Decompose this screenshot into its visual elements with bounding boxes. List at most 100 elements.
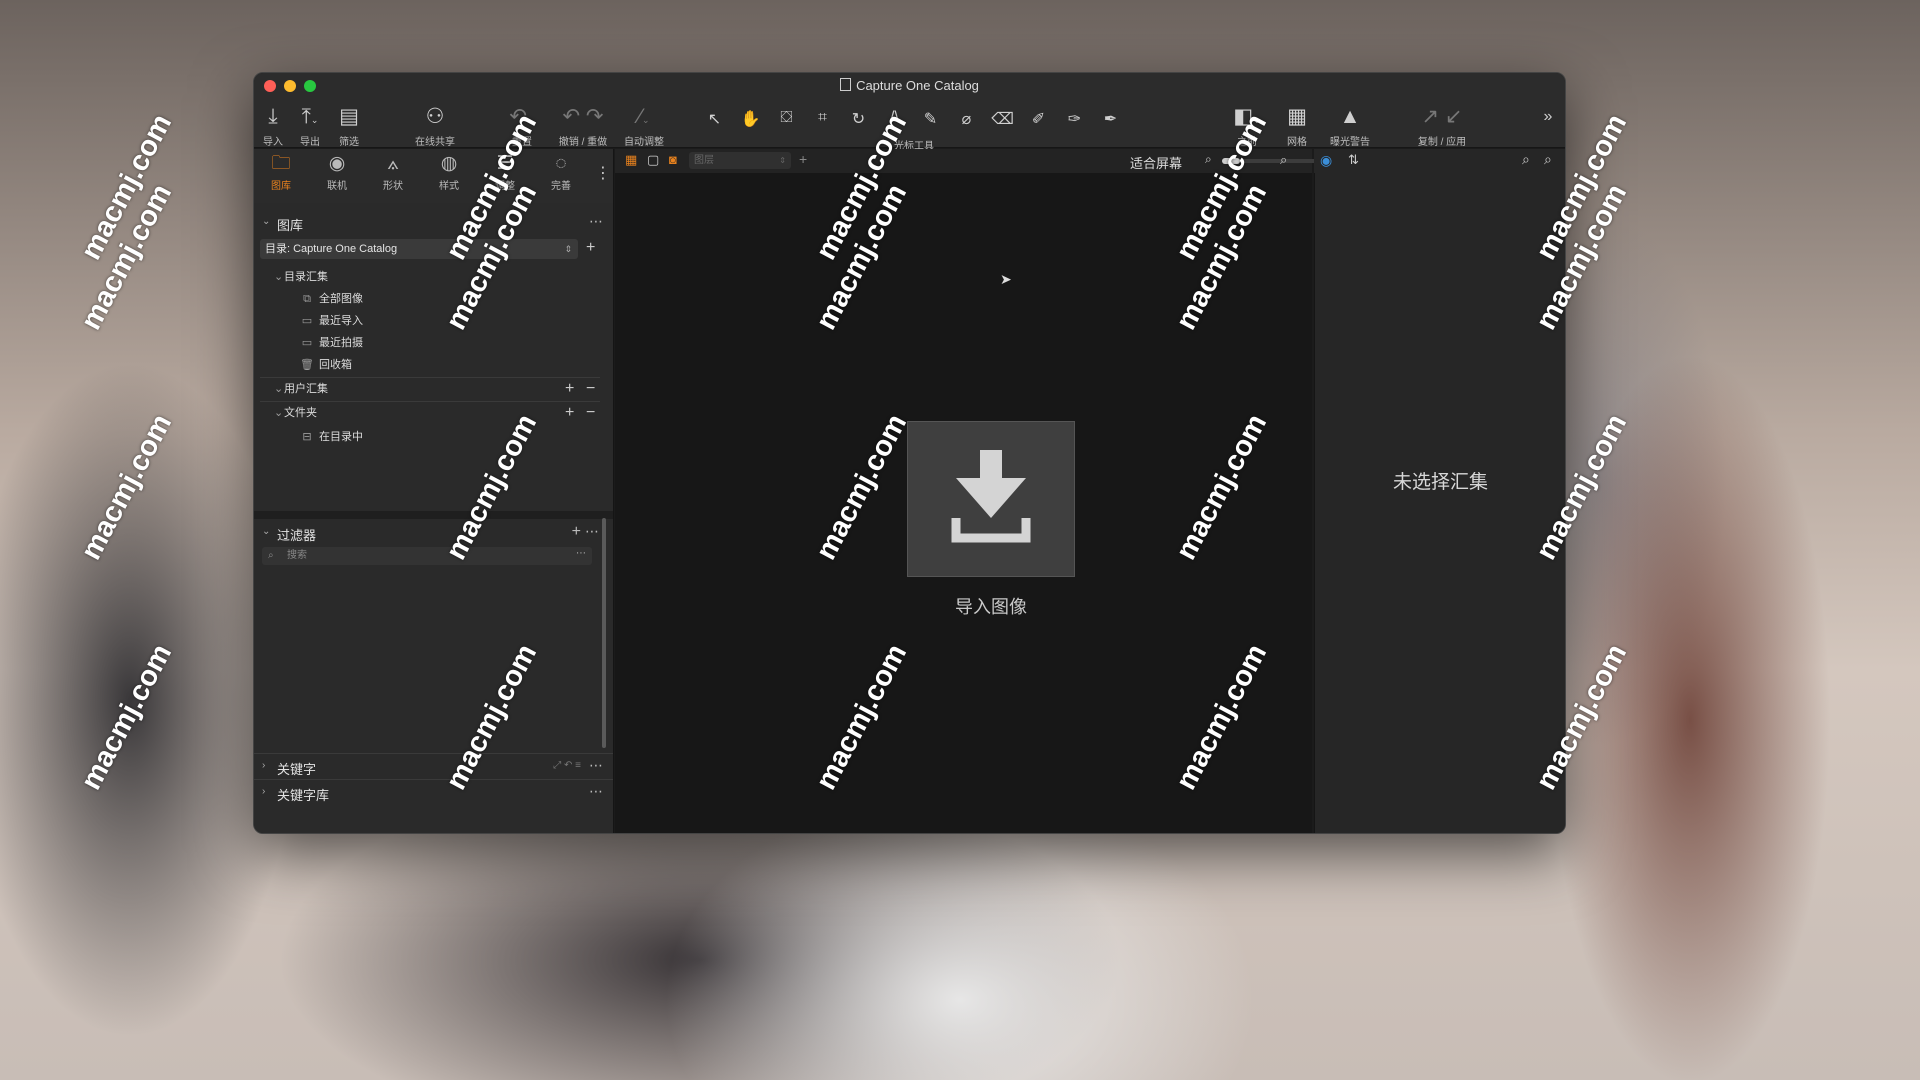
heal-brush-icon[interactable]: ⌀ xyxy=(952,109,981,129)
remove-folder-icon[interactable]: − xyxy=(586,405,595,421)
zoom-slider-thumb[interactable] xyxy=(1222,158,1240,164)
sort-icon[interactable]: ⇅ xyxy=(1348,152,1359,168)
user-collections-group[interactable]: ⌄用户汇集 xyxy=(254,379,633,399)
import-images-button[interactable] xyxy=(907,421,1075,577)
more-icon[interactable]: ⋯ xyxy=(589,213,603,230)
library-section-header[interactable]: ⌄ 图库 ⋯ xyxy=(254,211,613,235)
select-cursor-icon[interactable]: ↖ xyxy=(700,109,729,129)
tab-styles[interactable]: ◍ 样式 xyxy=(424,151,474,192)
auto-adjust-button[interactable]: ⁄⌄ 自动调整 xyxy=(619,105,669,148)
tree-item-all-images[interactable]: ⧉ 全部图像 xyxy=(254,289,659,309)
grid-view-icon[interactable]: ▦ xyxy=(625,152,637,168)
before-button[interactable]: ◧⌄ 之前 xyxy=(1228,105,1266,148)
zoom-in-icon[interactable]: ⌕ xyxy=(1280,152,1287,168)
camera-icon: ◉ xyxy=(328,153,346,174)
zoom-out-icon[interactable]: ⌕ xyxy=(1205,152,1212,167)
grid-button[interactable]: ▦ 网格 xyxy=(1284,105,1310,148)
add-folder-icon[interactable]: + xyxy=(565,405,574,421)
brush-icon[interactable]: ✐ xyxy=(1024,109,1053,129)
sliders-icon: ☰ xyxy=(496,153,514,174)
eye-icon[interactable]: ◉ xyxy=(1320,152,1332,169)
copy-apply-button[interactable]: ↗ ↙ 复制 / 应用 xyxy=(1409,105,1475,148)
tab-lens[interactable]: ⟑ 形状 xyxy=(368,151,418,192)
share-button[interactable]: ⚇ 在线共享 xyxy=(411,105,459,148)
filters-scrollbar[interactable] xyxy=(602,518,606,748)
import-label: 导入 xyxy=(263,137,283,148)
tool-tabs: 🗀 图库 ◉ 联机 ⟑ 形状 ◍ 样式 ☰ 调整 ◌ 完善 ⋮ xyxy=(254,149,614,203)
undo-redo-button[interactable]: ↶ ↷ 撤销 / 重做 xyxy=(554,105,612,148)
export-button[interactable]: ⤒⌄ 导出 xyxy=(292,105,328,148)
keywords-section-header[interactable]: › 关键字 ⤢ ↶ ≡ ⋯ xyxy=(254,755,613,779)
tabs-more-icon[interactable]: ⋮ xyxy=(595,163,611,183)
auto-adjust-label: 自动调整 xyxy=(624,137,664,148)
main-toolbar: ⤓ 导入 ⤒⌄ 导出 ▤ 筛选 ⚇ 在线共享 ↶⌄ 重置 ↶ ↷ 撤销 / 重做… xyxy=(254,99,1565,152)
no-collection-message: 未选择汇集 xyxy=(1392,472,1488,493)
toolbar-overflow-button[interactable]: » xyxy=(1541,105,1555,129)
browser-zoom-icon[interactable]: ⌕ xyxy=(1544,151,1552,168)
tab-capture[interactable]: ◉ 联机 xyxy=(312,151,362,192)
catalog-select[interactable]: 目录: Capture One Catalog ⇕ xyxy=(260,239,578,259)
tab-adjust[interactable]: ☰ 调整 xyxy=(480,151,530,192)
tab-adjust-label: 调整 xyxy=(495,181,515,192)
annotation-pen-icon[interactable]: ✒ xyxy=(1096,109,1125,129)
filter-search-input[interactable]: ⌕ 搜索 ⋯ xyxy=(262,547,592,565)
mask-view-icon[interactable]: ◙ xyxy=(669,152,677,167)
viewer-toolbar: ▦ ▢ ◙ 图层 ⇕ + 适合屏幕 ⌕ xyxy=(615,149,1335,174)
stamp-icon[interactable]: ⛋ xyxy=(772,109,801,129)
fit-screen-button[interactable]: 适合屏幕 xyxy=(1130,153,1182,172)
reset-button[interactable]: ↶⌄ 重置 xyxy=(504,105,540,148)
viewer: 导入图像 ➤ xyxy=(615,173,1312,833)
add-user-collection-icon[interactable]: + xyxy=(565,381,574,397)
filter-icon: ▤ xyxy=(339,105,359,128)
tab-refine-label: 完善 xyxy=(551,181,571,192)
filters-section-header[interactable]: ⌄ 过滤器 + ⋯ xyxy=(254,521,613,545)
magic-wand-icon: ⁄⌄ xyxy=(638,105,650,128)
tab-library-label: 图库 xyxy=(271,181,291,192)
folders-group[interactable]: ⌄文件夹 xyxy=(254,403,633,423)
catalog-select-text: 目录: Capture One Catalog xyxy=(265,243,398,255)
book-icon: ⊟ xyxy=(302,431,312,443)
divider xyxy=(260,401,600,402)
section-splitter[interactable] xyxy=(254,511,613,519)
tab-library[interactable]: 🗀 图库 xyxy=(256,151,306,192)
layer-select[interactable]: 图层 ⇕ xyxy=(689,152,791,169)
search-icon[interactable]: ⌕ xyxy=(1522,151,1530,168)
reset-label: 重置 xyxy=(512,137,532,148)
exposure-warning-button[interactable]: ▲ 曝光警告 xyxy=(1324,105,1376,148)
add-filter-icon[interactable]: + xyxy=(572,523,581,541)
tree-item-recent-captures[interactable]: ▭ 最近拍摄 xyxy=(254,333,659,353)
cursor-tools: ↖ ✋ ⛋ ⌗ ↻ /\ ✎ ⌀ ⌫ ✐ ✑ ✒ xyxy=(700,109,1125,129)
watermark: macmj.com xyxy=(75,409,179,566)
catalog-collections-label: 目录汇集 xyxy=(284,271,328,283)
divider xyxy=(254,753,613,754)
stack-icon: ⧉ xyxy=(303,293,311,305)
user-collections-label: 用户汇集 xyxy=(284,383,328,395)
remove-user-collection-icon[interactable]: − xyxy=(586,381,595,397)
add-layer-icon[interactable]: + xyxy=(799,151,807,167)
more-icon[interactable]: ⋯ xyxy=(585,523,599,540)
eraser-icon[interactable]: ⌫ xyxy=(988,109,1017,129)
watermark: macmj.com xyxy=(75,639,179,796)
import-icon: ⤓ xyxy=(268,105,278,128)
rotate-icon[interactable]: ↻ xyxy=(844,109,873,129)
filter-button[interactable]: ▤ 筛选 xyxy=(334,105,364,148)
tree-item-recent-imports[interactable]: ▭ 最近导入 xyxy=(254,311,659,331)
more-icon[interactable]: ⋯ xyxy=(589,757,603,774)
pan-hand-icon[interactable]: ✋ xyxy=(736,109,765,129)
tree-item-trash[interactable]: 🗑 回收箱 xyxy=(254,355,659,375)
import-button[interactable]: ⤓ 导入 xyxy=(260,105,286,148)
picker-icon[interactable]: ✎ xyxy=(916,109,945,129)
tree-item-in-catalog[interactable]: ⊟ 在目录中 xyxy=(254,427,659,447)
catalog-collections-group[interactable]: ⌄目录汇集 xyxy=(254,267,633,287)
tab-refine[interactable]: ◌ 完善 xyxy=(536,151,586,192)
keyword-library-section-header[interactable]: › 关键字库 ⋯ xyxy=(254,781,613,805)
more-icon[interactable]: ⋯ xyxy=(576,545,586,563)
add-catalog-icon[interactable]: + xyxy=(586,240,595,256)
keyword-tools-icon[interactable]: ⤢ ↶ ≡ xyxy=(553,760,581,771)
crop-icon[interactable]: ⌗ xyxy=(808,109,837,129)
single-view-icon[interactable]: ▢ xyxy=(647,152,659,168)
more-icon[interactable]: ⋯ xyxy=(589,783,603,800)
keystone-icon[interactable]: /\ xyxy=(880,109,909,129)
tree-item-label: 最近拍摄 xyxy=(319,337,363,349)
gradient-brush-icon[interactable]: ✑ xyxy=(1060,109,1089,129)
